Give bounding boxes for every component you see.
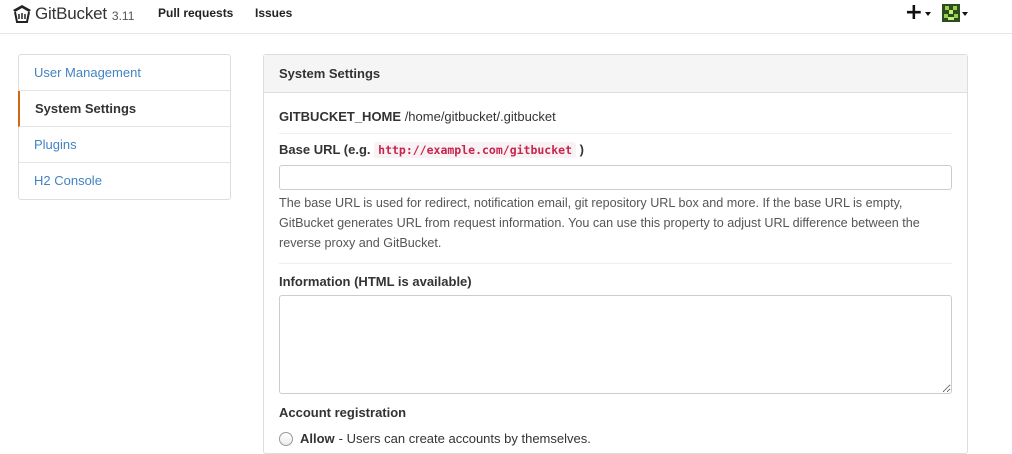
base-url-section: Base URL (e.g. http://example.com/gitbuc…	[279, 134, 952, 264]
allow-radio-button[interactable]	[279, 431, 293, 446]
home-link[interactable]: GitBucket 3.11	[11, 3, 134, 25]
admin-sidebar: User Management System Settings Plugins …	[18, 54, 231, 200]
plus-icon: +	[904, 0, 923, 25]
base-url-label: Base URL (e.g. http://example.com/gitbuc…	[279, 142, 952, 158]
panel-body: GITBUCKET_HOME /home/gitbucket/.gitbucke…	[264, 93, 967, 446]
nav-pull-requests[interactable]: Pull requests	[158, 6, 233, 20]
nav-issues[interactable]: Issues	[255, 6, 292, 20]
user-menu-button[interactable]	[942, 4, 968, 22]
information-label: Information (HTML is available)	[279, 274, 472, 289]
information-section: Information (HTML is available)	[279, 264, 952, 394]
account-registration-section: Account registration Allow - Users can c…	[279, 394, 952, 446]
gitbucket-logo-icon	[13, 5, 31, 23]
sidebar-item-system-settings[interactable]: System Settings	[18, 91, 230, 127]
gitbucket-home-row: GITBUCKET_HOME /home/gitbucket/.gitbucke…	[279, 93, 952, 134]
gitbucket-home-label: GITBUCKET_HOME	[279, 109, 402, 124]
base-url-label-suffix: )	[579, 142, 584, 157]
panel-title: System Settings	[264, 55, 967, 93]
create-menu-button[interactable]: +	[904, 0, 931, 25]
system-settings-panel: System Settings GITBUCKET_HOME /home/git…	[263, 54, 968, 454]
base-url-label-prefix: Base URL (e.g.	[279, 142, 371, 157]
avatar	[942, 4, 960, 22]
caret-down-icon	[962, 12, 968, 16]
sidebar-item-h2-console[interactable]: H2 Console	[19, 163, 230, 199]
base-url-input[interactable]	[279, 165, 952, 190]
gitbucket-home-value: /home/gitbucket/.gitbucket	[404, 109, 556, 124]
sidebar-item-user-management[interactable]: User Management	[19, 55, 230, 91]
nav-right-menus: +	[904, 0, 968, 25]
top-navbar: GitBucket 3.11 Pull requests Issues +	[0, 0, 1012, 34]
app-version: 3.11	[111, 9, 135, 23]
sidebar-item-plugins[interactable]: Plugins	[19, 127, 230, 163]
account-registration-label: Account registration	[279, 405, 407, 420]
app-name: GitBucket	[35, 4, 107, 23]
base-url-example: http://example.com/gitbucket	[374, 142, 577, 158]
caret-down-icon	[925, 12, 931, 16]
information-textarea[interactable]	[279, 295, 952, 394]
base-url-help-text: The base URL is used for redirect, notif…	[279, 196, 920, 250]
